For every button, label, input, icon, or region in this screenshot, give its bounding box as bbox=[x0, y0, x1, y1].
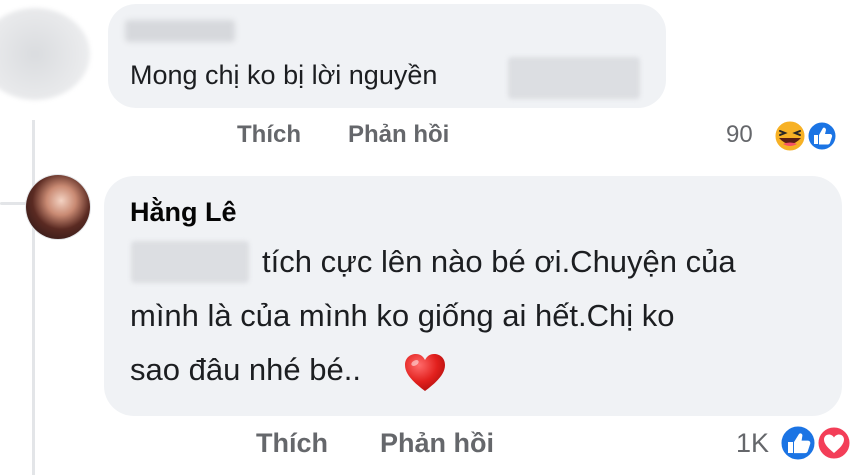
redacted-text bbox=[131, 241, 249, 283]
like-icon bbox=[778, 423, 818, 463]
reaction-summary[interactable] bbox=[776, 422, 854, 464]
author-name-redacted[interactable] bbox=[125, 20, 235, 42]
thread-line bbox=[32, 120, 35, 475]
avatar[interactable] bbox=[26, 175, 90, 239]
reaction-count[interactable]: 90 bbox=[726, 121, 753, 149]
comment-text-line-1: tích cực lên nào bé ơi.Chuyện của bbox=[262, 244, 736, 279]
reaction-count[interactable]: 1K bbox=[736, 428, 769, 459]
like-button[interactable]: Thích bbox=[256, 428, 328, 459]
redacted-text bbox=[508, 57, 640, 99]
comment-text-line-3: sao đâu nhé bé.. bbox=[130, 352, 361, 387]
like-icon bbox=[805, 119, 839, 153]
love-icon bbox=[815, 424, 853, 462]
reply-button[interactable]: Phản hồi bbox=[348, 121, 449, 149]
comment-text-line-2: mình là của mình ko giống ai hết.Chị ko bbox=[130, 298, 675, 333]
reaction-summary[interactable] bbox=[770, 117, 840, 155]
avatar-blurred[interactable] bbox=[0, 8, 90, 100]
haha-icon bbox=[772, 118, 808, 154]
author-name[interactable]: Hằng Lê bbox=[130, 197, 237, 228]
like-button[interactable]: Thích bbox=[237, 121, 301, 149]
thread-branch bbox=[0, 202, 28, 205]
comment-text: Mong chị ko bị lời nguyền bbox=[130, 60, 438, 90]
red-heart-icon bbox=[405, 354, 445, 391]
reply-button[interactable]: Phản hồi bbox=[380, 428, 494, 459]
